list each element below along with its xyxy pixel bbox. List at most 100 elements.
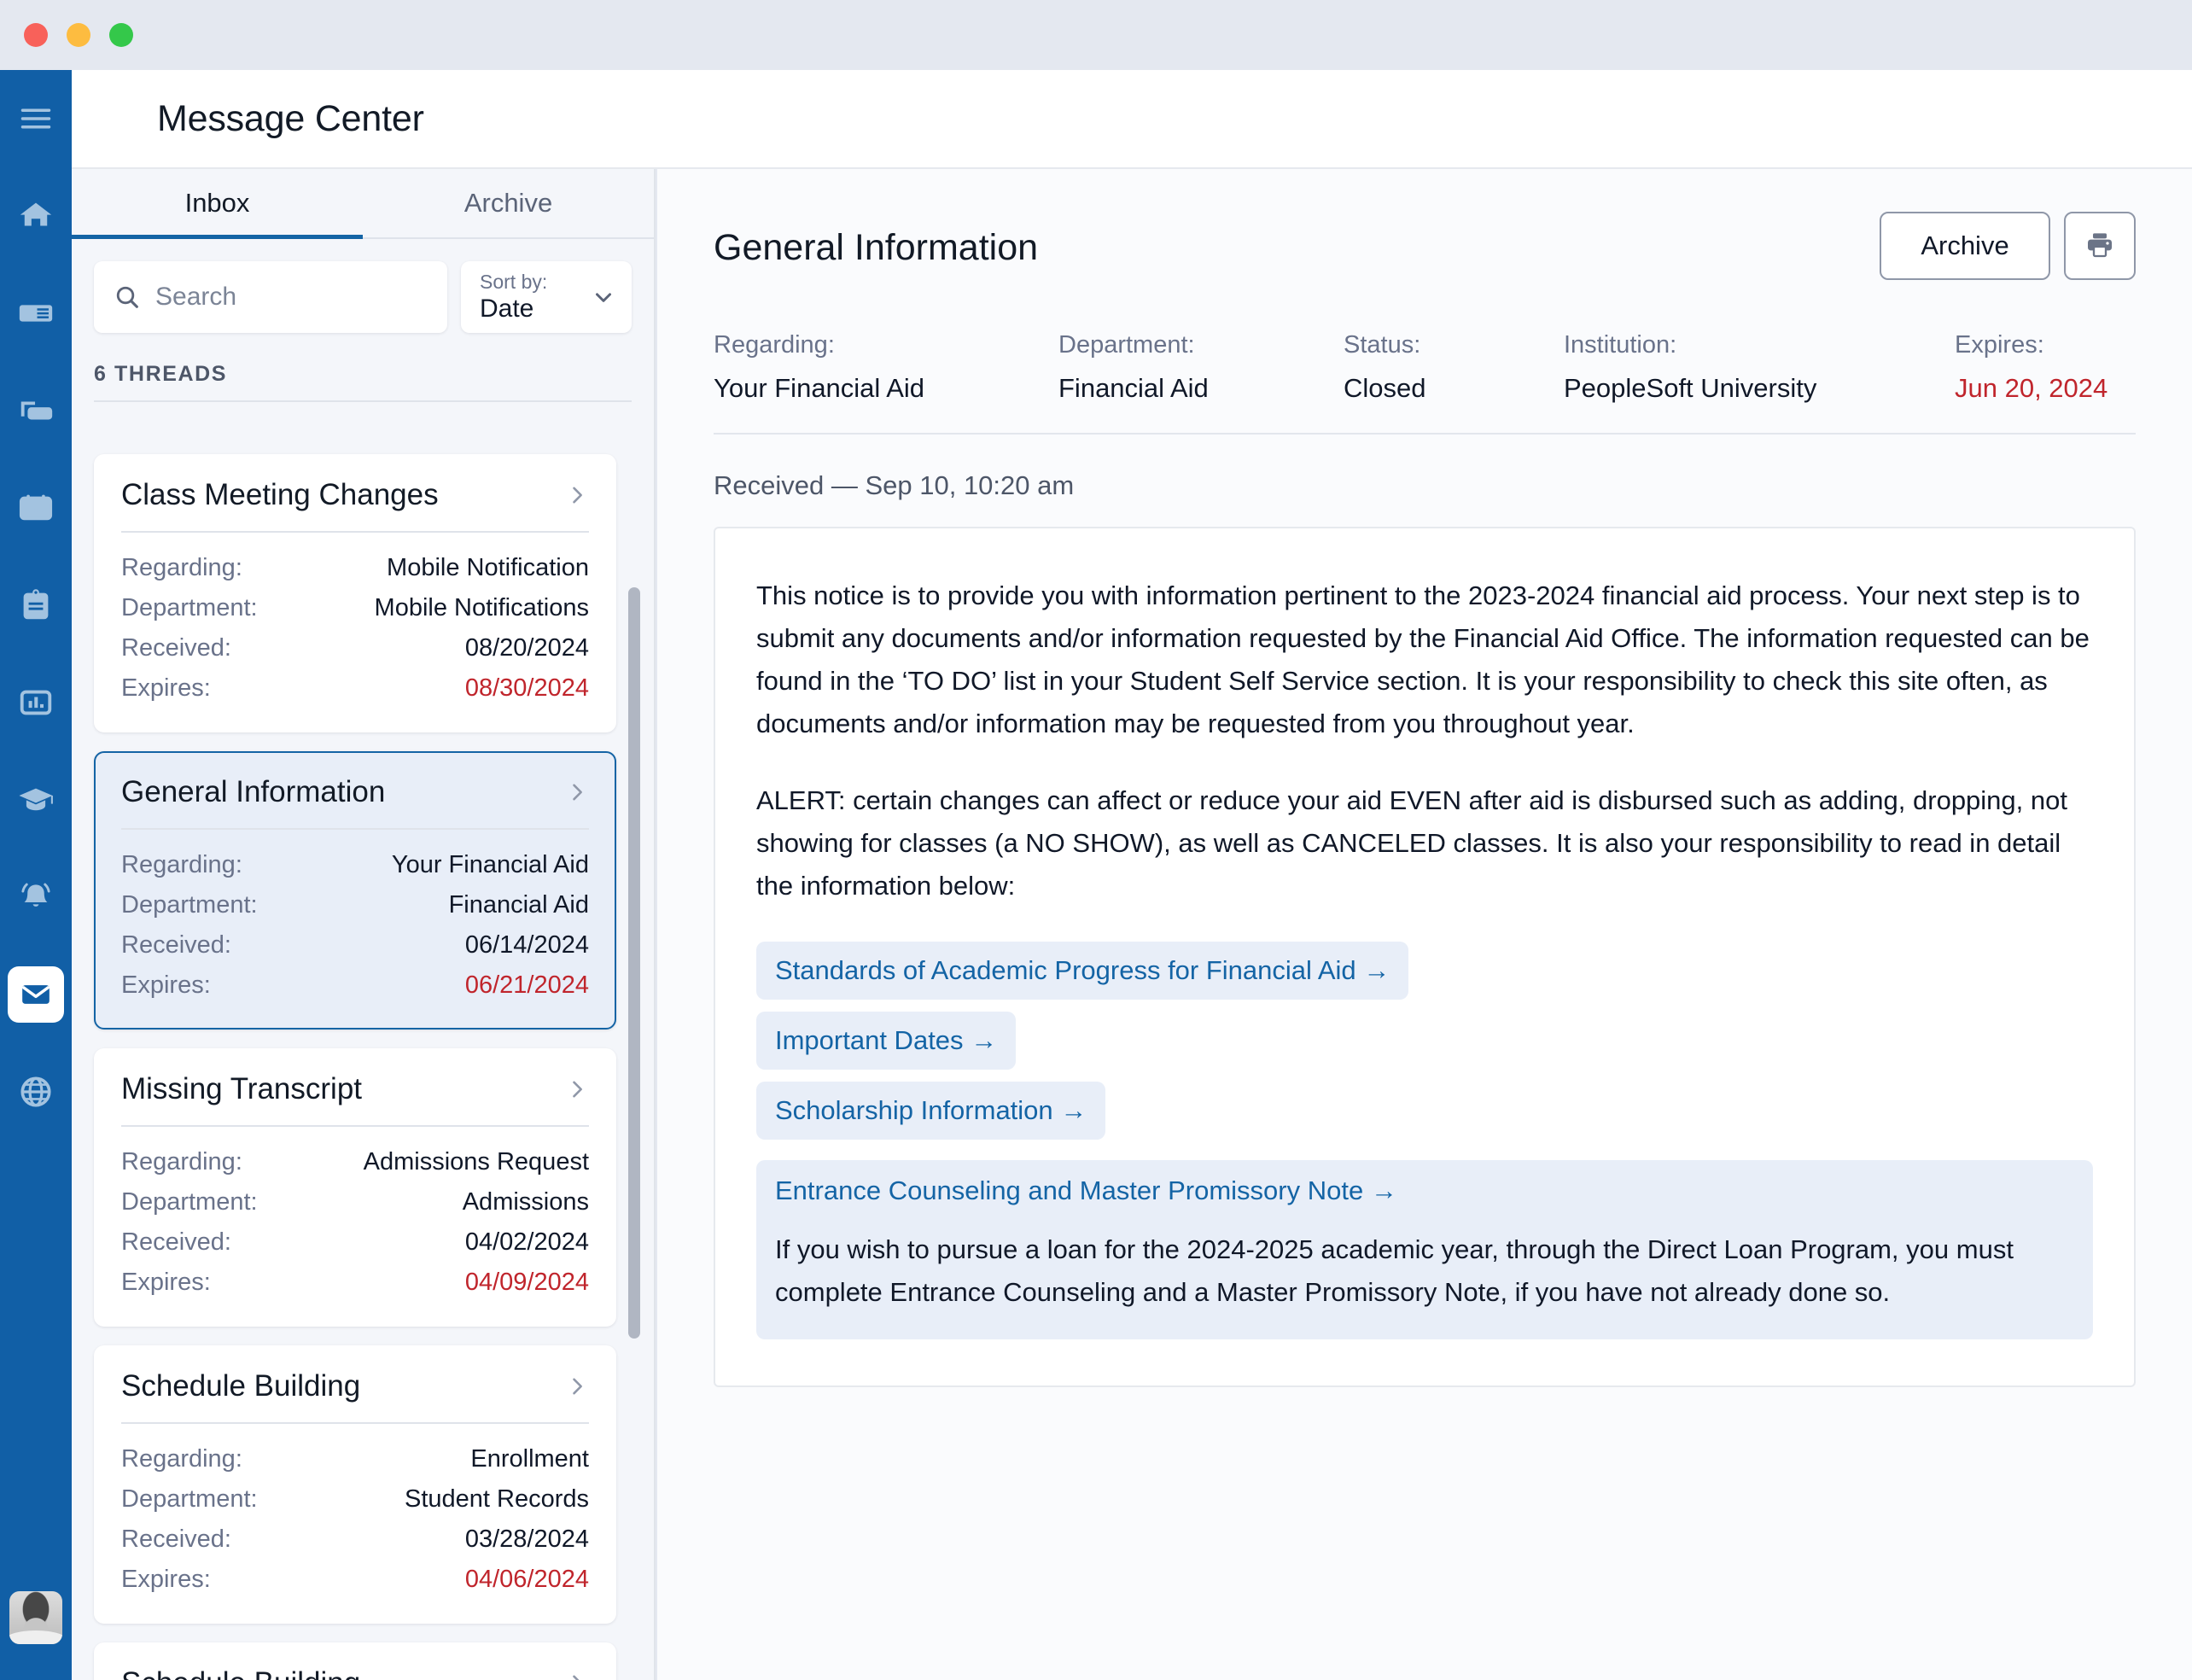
- field-expires: Expires: 08/30/2024: [121, 668, 589, 709]
- field-label: Received:: [121, 931, 231, 959]
- list-item[interactable]: Schedule Building Regarding: Enrollment …: [94, 1345, 616, 1624]
- chevron-right-icon[interactable]: [565, 483, 589, 507]
- graduation-cap-icon: [19, 788, 53, 811]
- sidebar-active-indicator: [8, 966, 64, 1023]
- search-icon: [116, 286, 138, 308]
- list-item-fields: Regarding: Your Financial Aid Department…: [121, 830, 589, 1006]
- meta-label: Institution:: [1564, 331, 1677, 359]
- link-scholarship-information[interactable]: Scholarship Information →: [756, 1082, 1106, 1140]
- list-item-title: General Information: [121, 775, 386, 808]
- link-entrance-counseling[interactable]: Entrance Counseling and Master Promissor…: [775, 1175, 1397, 1206]
- field-label: Received:: [121, 1228, 231, 1256]
- field-value: 08/30/2024: [464, 674, 589, 702]
- avatar-photo-shoulders: [9, 1630, 62, 1644]
- chevron-right-icon[interactable]: [565, 780, 589, 804]
- detail-title: General Information: [714, 227, 1039, 268]
- globe-icon: [20, 1076, 51, 1107]
- threads-divider: [94, 400, 632, 402]
- tab-inbox[interactable]: Inbox: [72, 188, 363, 239]
- chevron-right-icon[interactable]: [565, 1671, 589, 1680]
- meta-value: Financial Aid: [1058, 373, 1209, 403]
- sidebar-item-academics[interactable]: [0, 751, 72, 849]
- list-filters: Sort by: Date: [72, 239, 654, 333]
- sidebar-nav: [0, 70, 72, 1680]
- sidebar-item-messages[interactable]: [0, 946, 72, 1043]
- meta-label: Status:: [1344, 331, 1421, 359]
- chevron-right-icon[interactable]: [565, 1374, 589, 1398]
- sidebar-item-notifications[interactable]: [0, 849, 72, 946]
- body-paragraph-2: ALERT: certain changes can affect or red…: [756, 785, 2067, 901]
- field-value: 08/20/2024: [464, 634, 589, 662]
- user-avatar[interactable]: [9, 1591, 62, 1644]
- list-item[interactable]: Missing Transcript Regarding: Admissions…: [94, 1048, 616, 1327]
- list-item[interactable]: Class Meeting Changes Regarding: Mobile …: [94, 454, 616, 732]
- field-label: Received:: [121, 1525, 231, 1553]
- link-important-dates[interactable]: Important Dates →: [756, 1012, 1017, 1070]
- sidebar-item-language[interactable]: [0, 1043, 72, 1140]
- field-label: Regarding:: [121, 1445, 242, 1473]
- archive-button[interactable]: Archive: [1880, 212, 2050, 280]
- detail-actions: Archive: [1880, 212, 2136, 280]
- field-value: Mobile Notifications: [374, 594, 589, 621]
- message-list-scroll[interactable]: Class Meeting Changes Regarding: Mobile …: [72, 440, 654, 1680]
- chevron-right-icon[interactable]: [565, 1077, 589, 1101]
- field-value: 04/06/2024: [464, 1566, 589, 1593]
- field-label: Regarding:: [121, 851, 242, 878]
- calendar-icon: [19, 494, 53, 521]
- tab-archive[interactable]: Archive: [363, 188, 654, 237]
- field-value: Your Financial Aid: [391, 851, 589, 878]
- search-input[interactable]: [155, 283, 428, 312]
- sidebar-item-tasks[interactable]: [0, 557, 72, 654]
- link-standards-of-academic-progress[interactable]: Standards of Academic Progress for Finan…: [756, 942, 1409, 1000]
- print-button[interactable]: [2064, 212, 2136, 280]
- home-icon: [20, 202, 52, 226]
- status-badge: Closed: [1344, 373, 1426, 403]
- minimize-window-button[interactable]: [67, 23, 90, 47]
- sidebar-item-home[interactable]: [0, 167, 72, 265]
- field-label: Department:: [121, 891, 258, 919]
- page-title: Message Center: [157, 97, 424, 139]
- field-received: Received: 08/20/2024: [121, 628, 589, 668]
- field-value: 06/14/2024: [464, 931, 589, 959]
- meta-value: PeopleSoft University: [1564, 373, 1817, 403]
- sidebar-item-analytics[interactable]: [0, 654, 72, 751]
- list-item-header: Schedule Building: [121, 1369, 589, 1424]
- sidebar-item-catalog[interactable]: [0, 265, 72, 362]
- search-box[interactable]: [94, 261, 447, 333]
- bell-icon: [21, 883, 50, 907]
- list-scrollbar-thumb[interactable]: [628, 587, 640, 1339]
- meta-regarding: Regarding: Your Financial Aid: [714, 331, 1058, 404]
- entrance-counseling-text: If you wish to pursue a loan for the 202…: [775, 1234, 2014, 1307]
- zoom-window-button[interactable]: [109, 23, 133, 47]
- meta-expires: Expires: Jun 20, 2024: [1955, 331, 2160, 404]
- sidebar-item-menu-toggle[interactable]: [0, 70, 72, 167]
- list-item-header: Class Meeting Changes: [121, 478, 589, 533]
- link-list: Standards of Academic Progress for Finan…: [756, 942, 2093, 1152]
- field-label: Department:: [121, 1188, 258, 1216]
- list-item-fields: Regarding: Mobile Notification Departmen…: [121, 533, 589, 709]
- field-value: Admissions Request: [363, 1148, 589, 1175]
- list-item-selected[interactable]: General Information Regarding: Your Fina…: [94, 751, 616, 1030]
- field-value: 06/21/2024: [464, 971, 589, 999]
- meta-label: Department:: [1058, 331, 1195, 359]
- meta-value: Jun 20, 2024: [1955, 373, 2108, 403]
- list-item-title: Class Meeting Changes: [121, 478, 439, 511]
- sidebar-item-calendar[interactable]: [0, 459, 72, 557]
- window-titlebar: [0, 0, 2192, 70]
- field-label: Expires:: [121, 971, 211, 999]
- field-department: Department: Mobile Notifications: [121, 588, 589, 628]
- field-label: Regarding:: [121, 554, 242, 581]
- field-regarding: Regarding: Admissions Request: [121, 1142, 589, 1182]
- field-label: Expires:: [121, 1566, 211, 1593]
- field-department: Department: Admissions: [121, 1182, 589, 1222]
- list-item[interactable]: Schedule Building: [94, 1642, 616, 1680]
- list-item-fields: Regarding: Admissions Request Department…: [121, 1127, 589, 1303]
- field-label: Department:: [121, 1485, 258, 1513]
- meta-department: Department: Financial Aid: [1058, 331, 1344, 404]
- message-body-card: This notice is to provide you with infor…: [714, 527, 2136, 1387]
- list-item-header: Schedule Building: [121, 1666, 589, 1680]
- sidebar-item-pages[interactable]: [0, 362, 72, 459]
- close-window-button[interactable]: [24, 23, 48, 47]
- list-item-fields: Regarding: Enrollment Department: Studen…: [121, 1424, 589, 1600]
- sort-by-select[interactable]: Sort by: Date: [461, 261, 632, 333]
